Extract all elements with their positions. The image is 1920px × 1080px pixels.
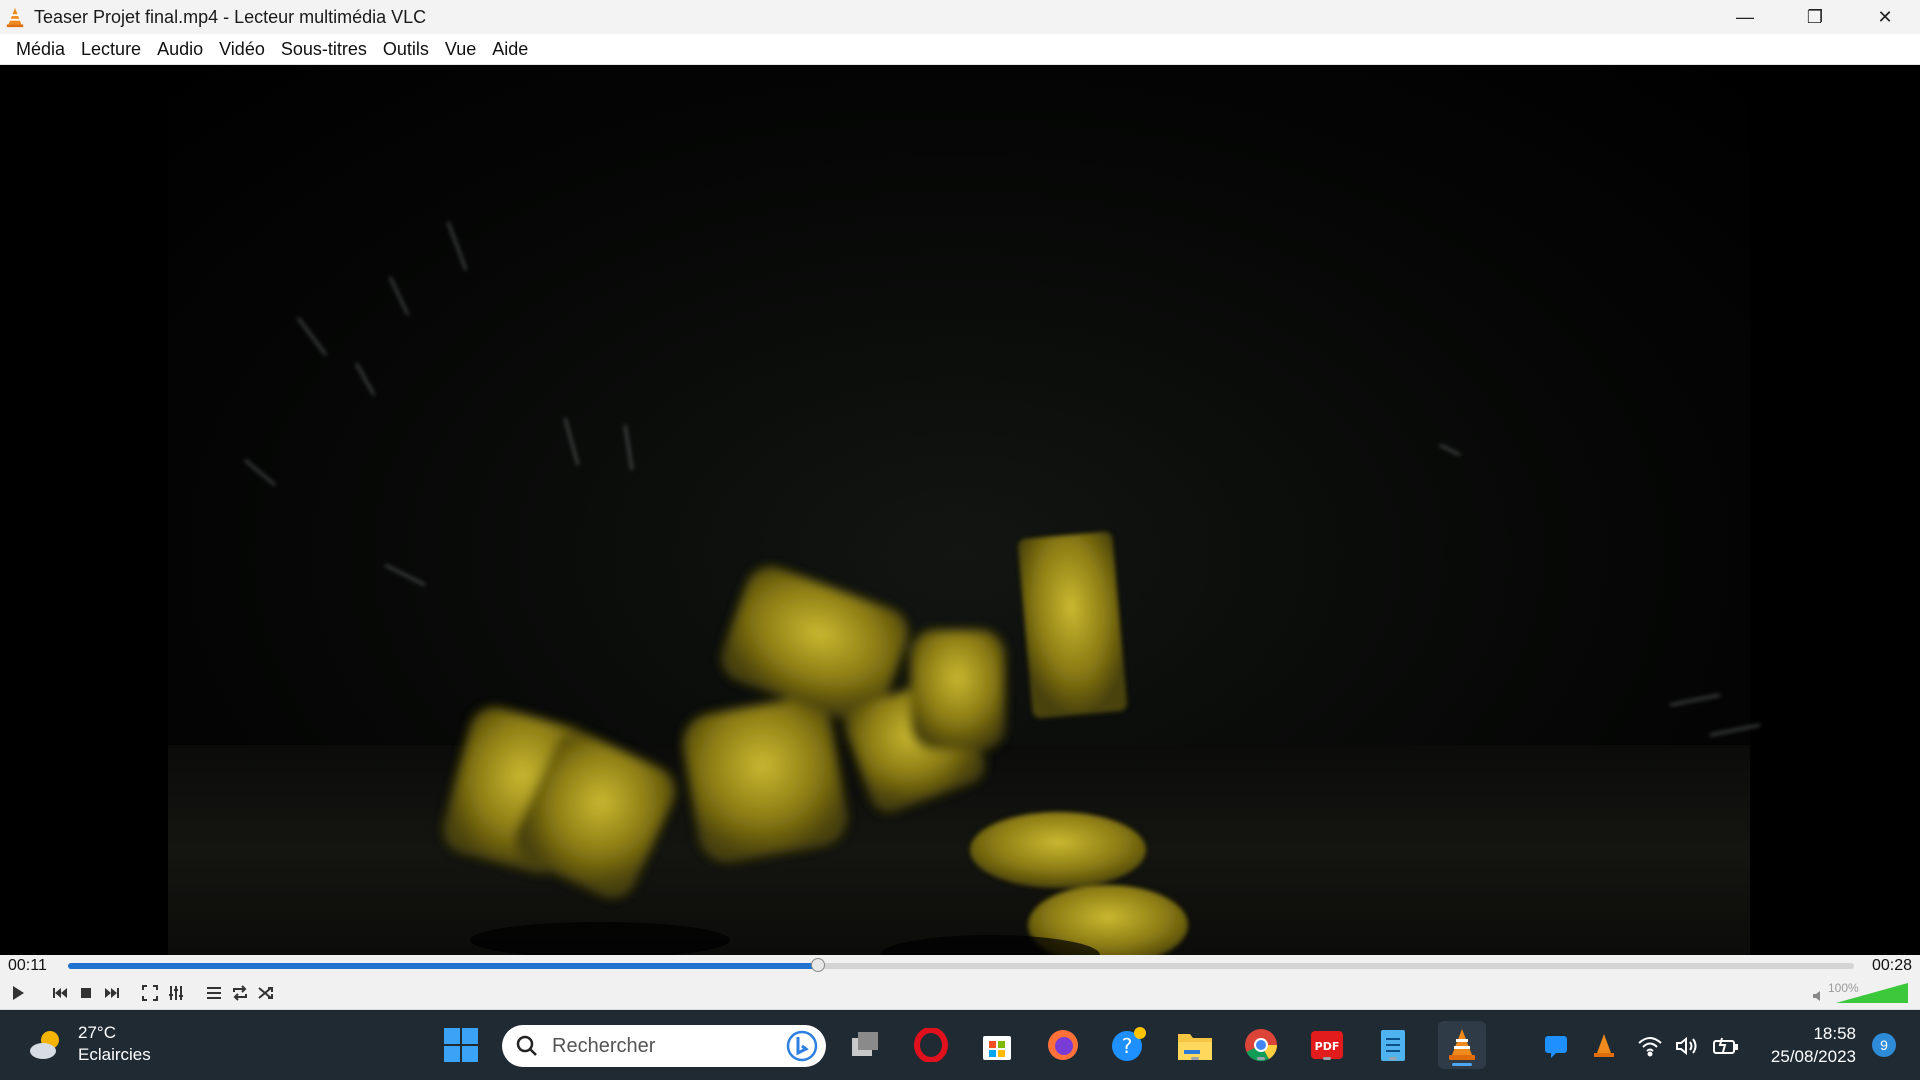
stop-icon xyxy=(81,988,91,998)
fullscreen-icon xyxy=(142,985,158,1001)
volume-tray-button[interactable] xyxy=(1674,1032,1702,1060)
close-button[interactable]: ✕ xyxy=(1850,0,1920,34)
extended-settings-button[interactable] xyxy=(164,981,188,1005)
equalizer-icon xyxy=(169,986,183,1000)
playlist-button[interactable] xyxy=(202,981,226,1005)
search-icon xyxy=(516,1035,537,1056)
windows-start-icon xyxy=(444,1028,478,1062)
weather-temperature: 27°C xyxy=(78,1023,116,1042)
running-indicator xyxy=(1257,1057,1265,1060)
messaging-icon xyxy=(1545,1036,1567,1058)
search-placeholder: Rechercher xyxy=(552,1034,656,1057)
restore-button[interactable]: ❐ xyxy=(1780,0,1850,34)
firefox-button[interactable] xyxy=(1042,1024,1084,1066)
loop-icon xyxy=(233,985,247,1001)
playlist-icon xyxy=(207,987,221,999)
play-button[interactable] xyxy=(6,981,30,1005)
shuffle-button[interactable] xyxy=(254,981,278,1005)
menu-sous-titres[interactable]: Sous-titres xyxy=(273,34,375,65)
clock-time: 18:58 xyxy=(1813,1024,1856,1043)
volume-slider[interactable] xyxy=(1834,981,1910,1005)
chrome-button[interactable] xyxy=(1240,1024,1282,1066)
running-indicator xyxy=(1389,1057,1397,1060)
previous-button[interactable] xyxy=(48,981,72,1005)
seek-handle[interactable] xyxy=(811,958,826,972)
speaker-icon xyxy=(1813,991,1820,1001)
menu-media[interactable]: Média xyxy=(8,34,73,65)
seek-row: 00:11 00:28 xyxy=(0,955,1920,977)
get-help-button[interactable]: ? xyxy=(1108,1024,1150,1066)
notification-badge[interactable]: 9 xyxy=(1872,1033,1896,1057)
title-bar: Teaser Projet final.mp4 - Lecteur multim… xyxy=(0,0,1920,34)
microsoft-store-icon xyxy=(983,1036,1011,1060)
taskbar: 27°C Eclaircies Rechercher ? PDF 18:58 2… xyxy=(0,1010,1920,1080)
menu-lecture[interactable]: Lecture xyxy=(73,34,149,65)
volume-control[interactable]: 100% xyxy=(1812,981,1912,1005)
close-icon: ✕ xyxy=(1877,6,1893,27)
svg-text:?: ? xyxy=(1122,1034,1133,1058)
volume-icon xyxy=(1676,1036,1697,1056)
total-duration: 00:28 xyxy=(1871,957,1912,974)
firefox-icon xyxy=(1048,1030,1078,1060)
vlc-tray-button[interactable] xyxy=(1590,1032,1618,1060)
pdf-button[interactable]: PDF xyxy=(1306,1024,1348,1066)
video-canvas[interactable] xyxy=(0,65,1920,955)
messaging-tray-button[interactable] xyxy=(1542,1032,1570,1060)
window-title: Teaser Projet final.mp4 - Lecteur multim… xyxy=(34,6,427,27)
weather-widget[interactable]: 27°C Eclaircies xyxy=(26,1022,151,1066)
running-indicator xyxy=(1191,1057,1199,1060)
previous-icon xyxy=(53,988,67,998)
bing-icon[interactable] xyxy=(786,1030,818,1062)
task-view-icon xyxy=(852,1032,878,1056)
svg-text:PDF: PDF xyxy=(1315,1040,1340,1053)
minimize-icon: — xyxy=(1736,6,1754,27)
video-scene xyxy=(244,221,1761,955)
weather-description: Eclaircies xyxy=(78,1045,151,1064)
shuffle-icon xyxy=(258,987,273,999)
menu-vue[interactable]: Vue xyxy=(437,34,484,65)
menu-outils[interactable]: Outils xyxy=(375,34,437,65)
vlc-tray-icon xyxy=(1594,1034,1614,1057)
notepad-button[interactable] xyxy=(1372,1024,1414,1066)
battery-icon xyxy=(1713,1037,1738,1054)
control-bar: 100% xyxy=(0,977,1920,1010)
restore-icon: ❐ xyxy=(1806,6,1824,27)
taskbar-search[interactable]: Rechercher xyxy=(502,1025,826,1067)
vlc-app-icon xyxy=(6,7,24,28)
next-button[interactable] xyxy=(100,981,124,1005)
file-explorer-button[interactable] xyxy=(1174,1024,1216,1066)
clock[interactable]: 18:58 25/08/2023 xyxy=(1771,1022,1856,1068)
get-help-icon: ? xyxy=(1112,1027,1146,1061)
partly-sunny-icon xyxy=(30,1031,59,1059)
loop-button[interactable] xyxy=(228,981,252,1005)
menu-video[interactable]: Vidéo xyxy=(211,34,273,65)
windows-start-button[interactable] xyxy=(440,1024,482,1066)
clock-date: 25/08/2023 xyxy=(1770,1047,1856,1066)
menu-aide[interactable]: Aide xyxy=(484,34,536,65)
seek-bar[interactable] xyxy=(68,958,1854,972)
running-indicator xyxy=(1323,1057,1331,1060)
play-icon xyxy=(13,986,24,1000)
wifi-icon xyxy=(1638,1037,1662,1057)
stop-button[interactable] xyxy=(74,981,98,1005)
vlc-taskbar-button[interactable] xyxy=(1438,1021,1486,1069)
menu-bar: Média Lecture Audio Vidéo Sous-titres Ou… xyxy=(0,34,1920,65)
seek-progress xyxy=(68,963,819,969)
wifi-tray-button[interactable] xyxy=(1636,1032,1664,1060)
opera-icon xyxy=(914,1028,948,1062)
task-view-button[interactable] xyxy=(844,1024,886,1066)
next-icon xyxy=(105,988,119,998)
active-indicator xyxy=(1452,1063,1472,1066)
minimize-button[interactable]: — xyxy=(1710,0,1780,34)
opera-button[interactable] xyxy=(910,1024,952,1066)
microsoft-store-button[interactable] xyxy=(976,1024,1018,1066)
menu-audio[interactable]: Audio xyxy=(149,34,211,65)
battery-tray-button[interactable] xyxy=(1712,1032,1740,1060)
elapsed-time: 00:11 xyxy=(8,957,47,974)
vlc-icon xyxy=(1449,1029,1475,1060)
fullscreen-button[interactable] xyxy=(138,981,162,1005)
